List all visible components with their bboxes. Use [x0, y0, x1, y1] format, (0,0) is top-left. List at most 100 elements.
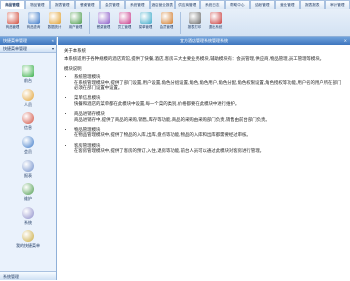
tab-item[interactable]: 酒店营业报表	[150, 0, 175, 9]
table-icon	[97, 12, 110, 24]
module-item: 商品进销存模块商品进销存中,提供了商品的采购,销售,库存等功能,商品的采购由采购…	[74, 112, 344, 123]
toolbar-button[interactable]: 会员管理	[156, 10, 177, 36]
tab-item[interactable]: 报表管理	[50, 0, 75, 9]
system-icon	[22, 206, 34, 219]
toolbar-button-label: 员工管理	[117, 25, 132, 29]
toolbar-buttons: 商品管理 商品查询 数据统计 用户管理 餐桌管理 员工管理 菜单管理 会员管理 报表打印 退出系统	[2, 10, 226, 36]
sidebar-menu-label: 人员	[24, 101, 32, 107]
tab-item[interactable]: 餐桌管理	[75, 0, 100, 9]
module-description: 商品进销存中,提供了商品的采购,销售,库存等功能,商品的采购由采购部门负责,销售…	[74, 117, 270, 123]
module-item: 客房管理模块在客房管理模块中,提供了客房的预订,入住,退房等功能,前台人员可以通…	[74, 144, 344, 155]
toolbar-button[interactable]: 用户管理	[65, 10, 86, 36]
tab-item[interactable]: 营业管理	[275, 0, 300, 9]
modules-heading: 模块说明	[64, 66, 82, 72]
people-icon	[22, 88, 34, 101]
toolbar-button[interactable]: 餐桌管理	[93, 10, 114, 36]
toolbar-button[interactable]: 数据统计	[44, 10, 65, 36]
stats-icon	[48, 12, 61, 24]
toolbar-separator	[180, 12, 181, 34]
tab-item[interactable]: 商品管理	[0, 0, 25, 9]
module-item: 菜单信息模块快餐和酒店的菜单都在此模块中设置,每一个菜的类别,价格都要在此模块中…	[74, 96, 344, 107]
toolbar-button-label: 报表打印	[187, 25, 202, 29]
about-document: 关于本系统 本系统适用于各种规模的酒店宾馆,提供了快餐,酒店,客房三大主要业务模…	[58, 45, 350, 162]
tab-item[interactable]: 系统管理	[125, 0, 150, 9]
main-content: 宜方酒店管理系统管理系统 × 关于本系统 本系统适用于各种规模的酒店宾馆,提供了…	[58, 37, 350, 280]
sidebar: 快捷菜单管理 « 快捷菜单管理 ▾ 前台人员信息会员报表维护系统我的快捷菜单 系…	[0, 37, 57, 280]
tab-item[interactable]: 物品管理	[25, 0, 50, 9]
tab-item[interactable]: 供应商管理	[175, 0, 200, 9]
tab-item[interactable]: 审计管理	[325, 0, 350, 9]
content-header: 宜方酒店管理系统管理系统 ×	[58, 37, 350, 45]
sidebar-subtitle-label: 快捷菜单管理	[3, 46, 27, 51]
module-description: 在系统管理模块中,提供了部门设置,用户设置,角色分组设置,角色,角色用户,角色分…	[74, 80, 342, 92]
goods-icon	[6, 12, 19, 24]
sidebar-menu-item[interactable]: 信息	[0, 110, 56, 134]
search-goods-icon	[27, 12, 40, 24]
staff-icon	[118, 12, 131, 24]
sidebar-footer-label: 系统管理	[3, 274, 19, 279]
tab-item[interactable]: 结帐管理	[250, 0, 275, 9]
sidebar-menu-label: 前台	[24, 78, 32, 84]
module-description: 快餐和酒店的菜单都在此模块中设置,每一个菜的类别,价格都要在此模块中进行维护。	[74, 101, 240, 107]
module-item: 物品管理模块在物品管理模块中,提供了物品的入库,出库,盘点等功能,物品的入库和出…	[74, 128, 344, 139]
toolbar-button[interactable]: 员工管理	[114, 10, 135, 36]
module-description: 在客房管理模块中,提供了客房的预订,入住,退房等功能,前台人员可以通过此模块对客…	[74, 149, 264, 155]
toolbar-button[interactable]: 菜单管理	[135, 10, 156, 36]
sidebar-menu-label: 报表	[24, 172, 32, 178]
module-item: 系统管理模块在系统管理模块中,提供了部门设置,用户设置,角色分组设置,角色,角色…	[74, 75, 344, 91]
sidebar-menu-item[interactable]: 人员	[0, 87, 56, 111]
tab-item[interactable]: 帮助中心	[225, 0, 250, 9]
tab-item[interactable]: 系统日志	[200, 0, 225, 9]
users-icon	[69, 12, 82, 24]
sidebar-menu-label: 维护	[24, 196, 32, 202]
top-tabs: 商品管理 物品管理 报表管理 餐桌管理 会员管理 系统管理 酒店营业报表 供应商管理 系统日志帮…	[0, 0, 350, 9]
sidebar-footer[interactable]: 系统管理	[0, 271, 56, 280]
toolbar-button[interactable]: 商品查询	[23, 10, 44, 36]
toolbar-button-label: 商品管理	[5, 25, 20, 29]
toolbar-separator	[89, 12, 90, 34]
shortcut-icon	[22, 230, 34, 243]
member-card-icon	[22, 136, 34, 149]
sidebar-menu-label: 系统	[24, 219, 32, 225]
chevron-down-icon: ▾	[51, 46, 54, 51]
wrench-icon	[22, 183, 34, 196]
toolbar-button[interactable]: 商品管理	[2, 10, 23, 36]
content-title: 宜方酒店管理系统管理系统	[180, 38, 228, 43]
sidebar-menu-item[interactable]: 前台	[0, 63, 56, 87]
sidebar-title-label: 快捷菜单管理	[3, 38, 27, 43]
sidebar-menu-label: 我的快捷菜单	[16, 243, 40, 249]
sidebar-menu-label: 会员	[24, 149, 32, 155]
about-heading: 关于本系统	[64, 49, 86, 54]
toolbar-button-label: 商品查询	[26, 25, 41, 29]
module-description: 在物品管理模块中,提供了物品的入库,出库,盘点等功能,物品的入库和出库都需要经过…	[74, 133, 251, 139]
close-icon[interactable]: ×	[344, 37, 347, 45]
tab-item[interactable]: 报表报表	[300, 0, 325, 9]
member-icon	[160, 12, 173, 24]
sidebar-menu-item[interactable]: 我的快捷菜单	[0, 228, 56, 252]
intro-paragraph: 本系统适用于各种规模的酒店宾馆,提供了快餐,酒店,客房三大主要业务模块,辅助模块…	[64, 57, 325, 63]
collapse-icon[interactable]: «	[52, 37, 54, 45]
toolbar-button-label: 数据统计	[47, 25, 62, 29]
tab-item[interactable]: 会员管理	[100, 0, 125, 9]
sidebar-menu-item[interactable]: 系统	[0, 205, 56, 229]
sidebar-subtitle[interactable]: 快捷菜单管理 ▾	[0, 45, 56, 53]
toolbar-button[interactable]: 退出系统	[205, 10, 226, 36]
sidebar-menu-item[interactable]: 报表	[0, 157, 56, 181]
toolbar-button-label: 用户管理	[68, 25, 83, 29]
sidebar-menu-item[interactable]: 维护	[0, 181, 56, 205]
toolbar-button-label: 菜单管理	[138, 25, 153, 29]
exit-icon	[209, 12, 222, 24]
toolbar-button[interactable]: 报表打印	[184, 10, 205, 36]
toolbar-button-label: 退出系统	[208, 25, 223, 29]
arrow-right-icon	[22, 65, 34, 78]
sidebar-menu-item[interactable]: 会员	[0, 134, 56, 158]
main-toolbar: 商品管理 物品管理 报表管理 餐桌管理 会员管理 系统管理 酒店营业报表 供应商管理 系统日志帮…	[0, 0, 350, 37]
info-icon	[22, 112, 34, 125]
toolbar-button-label: 会员管理	[159, 25, 174, 29]
report-icon	[22, 159, 34, 172]
toolbar-button-label: 餐桌管理	[96, 25, 111, 29]
sidebar-menu-label: 信息	[24, 125, 32, 131]
shortcut-menu: 前台人员信息会员报表维护系统我的快捷菜单	[0, 63, 56, 252]
sidebar-title: 快捷菜单管理 «	[0, 37, 56, 45]
menu-icon	[139, 12, 152, 24]
